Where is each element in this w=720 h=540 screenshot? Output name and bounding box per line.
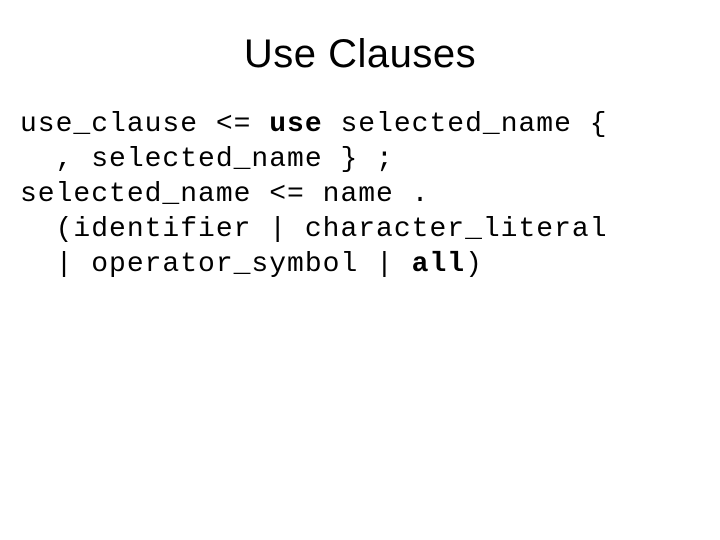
grammar-line-3: selected_name <= name . xyxy=(20,179,429,210)
grammar-line-1a: use_clause <= xyxy=(20,109,269,140)
keyword-use: use xyxy=(269,109,322,140)
grammar-line-1b: selected_name { xyxy=(323,109,608,140)
slide-title: Use Clauses xyxy=(20,32,700,77)
grammar-line-4: (identifier | character_literal xyxy=(20,214,608,245)
grammar-block: use_clause <= use selected_name { , sele… xyxy=(20,107,700,282)
slide: Use Clauses use_clause <= use selected_n… xyxy=(0,0,720,540)
grammar-line-2: , selected_name } ; xyxy=(20,144,394,175)
grammar-line-5a: | operator_symbol | xyxy=(20,249,412,280)
keyword-all: all xyxy=(412,249,465,280)
grammar-line-5b: ) xyxy=(465,249,483,280)
